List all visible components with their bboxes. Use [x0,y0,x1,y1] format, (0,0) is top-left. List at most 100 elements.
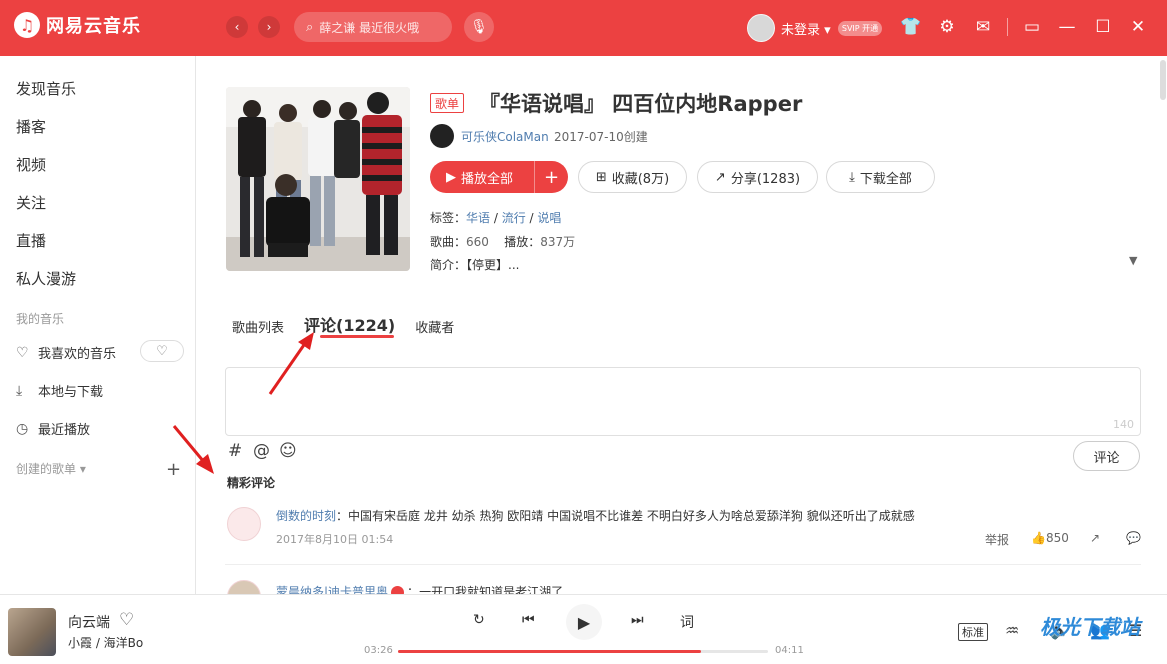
sidebar: 发现音乐 播客 视频 关注 直播 私人漫游 我的音乐 ♡ 我喜欢的音乐 ♡ ⤓ … [0,56,196,594]
previous-icon[interactable]: ⏮ [522,612,535,628]
tag-link[interactable]: 流行 [502,211,526,225]
minimize-icon[interactable]: — [1056,16,1078,38]
play-all-label: 播放全部 [461,171,514,187]
playlist-title: 『华语说唱』 四百位内地Rapper [479,92,803,116]
skin-icon[interactable]: 👕 [900,16,922,38]
mail-icon[interactable]: ✉ [972,16,994,38]
like-count: 850 [1045,531,1069,545]
close-icon[interactable]: ✕ [1127,16,1149,38]
tag-link[interactable]: 说唱 [537,211,561,225]
vip-badge[interactable]: SVIP 开通 [838,21,882,36]
total-time: 04:11 [775,645,804,656]
scrollbar-thumb[interactable] [1160,60,1166,100]
sidebar-item-fm[interactable]: 私人漫游 [16,268,76,289]
playlist-intro: 简介：【停更】... [430,256,519,273]
login-button[interactable]: 未登录 ▾ [781,19,831,38]
creator-name-link[interactable]: 可乐侠ColaMan [461,128,549,145]
download-icon: ⤓ [16,382,23,399]
back-button[interactable]: ‹ [226,16,248,38]
comment-text: 倒数的时刻：中国有宋岳庭 龙井 幼杀 热狗 欧阳靖 中国说唱不比谁差 不明白好多… [276,509,915,523]
expand-intro-icon[interactable]: ▼ [1129,254,1137,267]
download-all-button[interactable]: ⤓ 下载全部 [826,161,935,193]
play-count: 837万 [540,235,576,249]
download-all-label: 下载全部 [859,171,912,187]
mini-mode-icon[interactable]: ▭ [1021,16,1043,38]
sidebar-item-local[interactable]: ⤓ 本地与下载 [16,381,104,401]
topic-icon[interactable]: # [228,441,242,461]
share-button[interactable]: ↗ 分享(1283) [697,161,818,193]
progress-bar[interactable] [398,650,768,653]
tag-link[interactable]: 华语 [466,211,490,225]
comment-avatar[interactable] [227,580,261,594]
settings-icon[interactable]: ⚙ [936,16,958,38]
comment-time: 2017年8月10日 01:54 [276,533,394,546]
like-song-icon[interactable]: ♡ [119,610,134,630]
share-comment-icon[interactable]: ↗ [1090,531,1100,545]
sidebar-item-podcast[interactable]: 播客 [16,116,46,137]
sidebar-item-discover[interactable]: 发现音乐 [16,78,76,99]
comment-user-link[interactable]: 倒数的时刻 [276,509,336,523]
lyrics-button[interactable]: 词 [680,612,694,632]
share-label: 分享(1283) [730,171,801,187]
sidebar-item-recent[interactable]: ◷ 最近播放 [16,419,90,439]
search-icon: ⌕ [306,19,314,35]
submit-comment-button[interactable]: 评论 [1073,441,1140,471]
emoji-icon[interactable]: ☺ [279,441,297,461]
tab-collectors[interactable]: 收藏者 [415,317,454,336]
collect-button[interactable]: ⊞ 收藏(8万) [578,161,687,193]
microphone-icon[interactable]: 🎙 [464,12,494,42]
songs-label: 歌曲： [430,235,467,249]
now-playing-cover[interactable] [8,608,56,656]
app-name: 网易云音乐 [46,16,141,37]
quality-button[interactable]: 标准 [958,623,988,641]
forward-button[interactable]: › [258,16,280,38]
sidebar-item-video[interactable]: 视频 [16,154,46,175]
topbar-divider [1007,18,1008,36]
user-avatar[interactable] [747,14,775,42]
sound-effect-icon[interactable]: ♒ [1005,621,1019,640]
reply-icon[interactable]: 💬 [1126,531,1141,545]
playlist-stats: 歌曲：660 播放：837万 [430,233,575,250]
maximize-icon[interactable]: ☐ [1092,16,1114,38]
comment-avatar[interactable] [227,507,261,541]
search-input[interactable]: ⌕ 薛之谦 最近很火哦 [294,12,452,42]
vip-icon [391,586,405,594]
annotation-arrow-icon [268,332,314,395]
play-mode-icon[interactable]: ↻ [473,612,485,628]
play-all-button[interactable]: ▶ 播放全部 + [430,161,568,193]
sidebar-item-label: 本地与下载 [38,385,104,400]
creator-avatar[interactable] [430,124,454,148]
annotation-arrow-icon [172,425,214,474]
app-window: ♫ 网易云音乐 ‹ › ⌕ 薛之谦 最近很火哦 🎙 未登录 ▾ SVIP 开通 … [0,0,1167,664]
share-icon: ↗ [714,169,726,185]
created-playlists-toggle[interactable]: 创建的歌单 ▾ [16,460,86,477]
add-to-queue-button[interactable]: + [534,161,568,193]
app-logo[interactable]: ♫ 网易云音乐 [14,12,141,38]
scrollbar[interactable] [1159,56,1167,594]
cover-photo [226,87,410,271]
search-placeholder: 薛之谦 最近很火哦 [319,20,420,35]
sidebar-item-live[interactable]: 直播 [16,230,46,251]
song-count: 660 [466,235,489,249]
active-tab-indicator [320,335,394,338]
sidebar-item-liked[interactable]: ♡ 我喜欢的音乐 [16,343,116,363]
comment-body: 一开口我就知道是老江湖了 [419,585,564,594]
playlist-cover[interactable] [226,87,410,271]
comment-user-link[interactable]: 蒙晨纳多|迪卡普里奥 [276,585,388,594]
collect-label: 收藏(8万) [611,171,670,187]
now-playing-title[interactable]: 向云端 [68,612,110,632]
mention-icon[interactable]: @ [253,441,270,461]
plays-label: 播放： [504,235,541,249]
sidebar-item-follow[interactable]: 关注 [16,192,46,213]
download-icon: ⤓ [849,169,855,185]
next-icon[interactable]: ⏭ [631,612,644,628]
playlist-tag: 歌单 [430,93,465,113]
like-button[interactable]: 👍850 [1031,531,1069,545]
comment-input[interactable]: 140 [225,367,1141,436]
playlist-page: 歌单 『华语说唱』 四百位内地Rapper 可乐侠ColaMan 2017-07… [197,56,1159,594]
report-button[interactable]: 举报 [985,531,1009,548]
now-playing-artist[interactable]: 小霞 / 海洋Bo [68,634,143,651]
play-pause-button[interactable]: ▶ [566,604,602,640]
created-date: 2017-07-10创建 [554,130,648,144]
heart-mode-button[interactable]: ♡ [140,340,184,362]
